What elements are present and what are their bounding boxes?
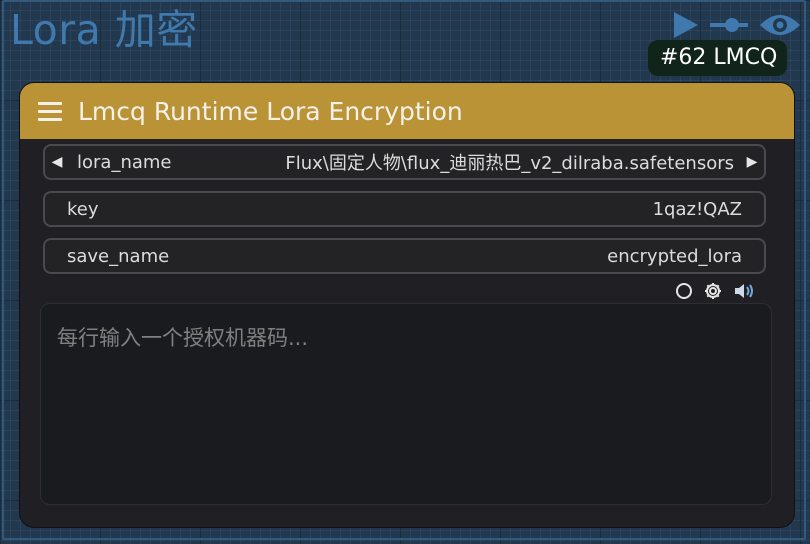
lora-encryption-node[interactable]: Lmcq Runtime Lora Encryption ◀ lora_name… (20, 83, 794, 527)
save-name-field[interactable]: save_name encrypted_lora (43, 238, 766, 274)
link-icon[interactable] (708, 10, 750, 40)
arrow-right-icon[interactable]: ▶ (740, 154, 764, 170)
lora-name-value: Flux\固定人物\flux_迪丽热巴_v2_dilraba.safetenso… (285, 153, 734, 174)
eye-icon[interactable] (758, 10, 802, 40)
play-icon[interactable] (670, 10, 700, 40)
arrow-left-icon[interactable]: ◀ (45, 154, 69, 170)
gear-icon[interactable] (703, 281, 723, 305)
node-header[interactable]: Lmcq Runtime Lora Encryption (20, 83, 794, 139)
speaker-icon[interactable] (733, 282, 755, 304)
key-field[interactable]: key 1qaz!QAZ (43, 191, 766, 227)
circle-icon[interactable] (675, 282, 693, 304)
group-title: Lora 加密 (10, 6, 198, 54)
save-name-label: save_name (67, 245, 170, 267)
textarea-placeholder: 每行输入一个授权机器码... (57, 326, 309, 350)
lora-name-combo[interactable]: ◀ lora_name Flux\固定人物\flux_迪丽热巴_v2_dilra… (43, 144, 766, 180)
node-id-badge: #62 LMCQ (648, 40, 788, 76)
lora-name-label: lora_name (77, 151, 172, 173)
key-label: key (67, 198, 99, 220)
widget-status-icons (675, 281, 755, 305)
machine-code-textarea[interactable]: 每行输入一个授权机器码... (40, 303, 772, 505)
node-title: Lmcq Runtime Lora Encryption (78, 96, 463, 126)
key-value: 1qaz!QAZ (652, 198, 742, 220)
save-name-value: encrypted_lora (607, 245, 742, 267)
menu-icon[interactable] (38, 97, 62, 126)
top-toolbar (670, 10, 802, 40)
